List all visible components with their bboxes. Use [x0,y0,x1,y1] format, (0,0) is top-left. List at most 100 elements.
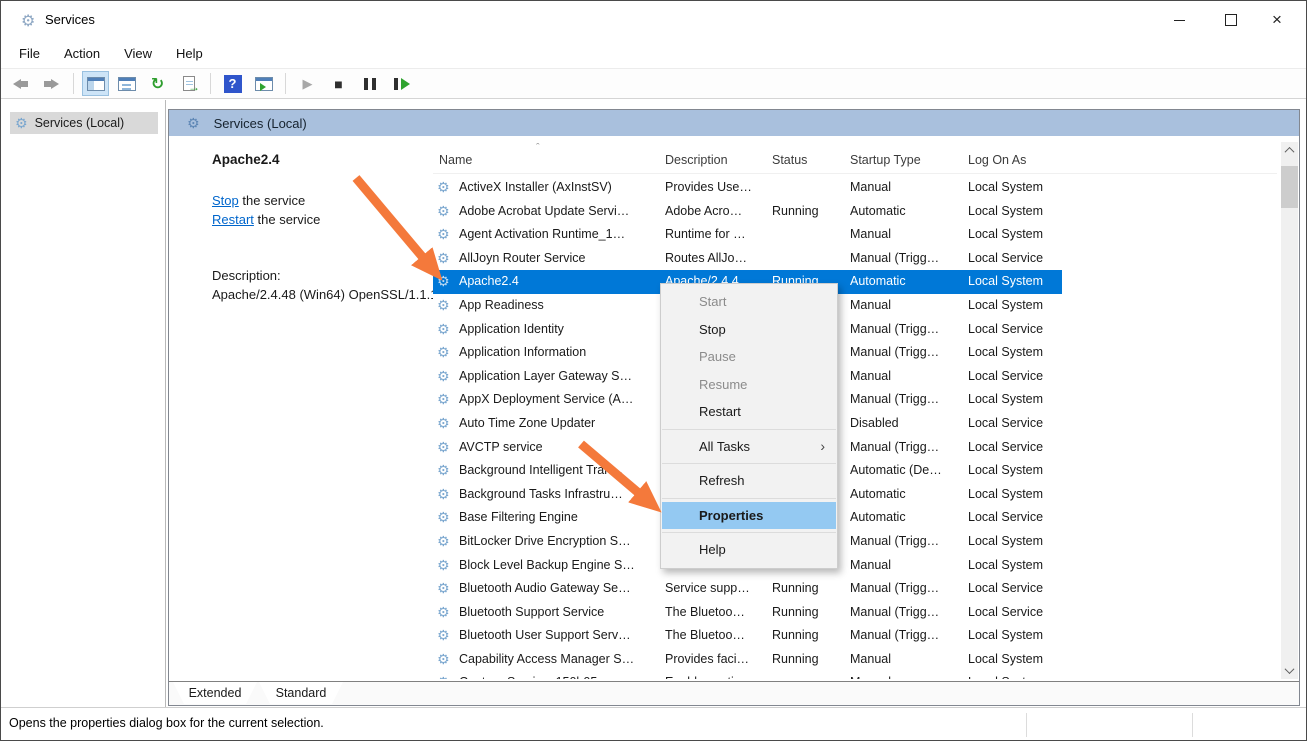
context-menu-item-properties[interactable]: Properties [662,502,836,530]
table-row[interactable]: ⚙Adobe Acrobat Update Servi…Adobe Acro…R… [433,200,1062,224]
cell-log-on-as: Local Service [968,581,1062,595]
cell-name: Background Intelligent Tran… [459,463,657,477]
tab-standard[interactable]: Standard [259,682,343,704]
cell-startup-type: Manual (Trigg… [850,628,964,642]
service-gear-icon: ⚙ [437,462,450,479]
forward-button[interactable] [38,71,65,96]
cell-name: App Readiness [459,298,657,312]
column-header-name[interactable]: Name [439,153,472,167]
context-menu: StartStopPauseResumeRestartAll Tasks›Ref… [660,283,838,569]
menu-bar: FileActionViewHelp [1,39,1306,68]
services-window: ⚙ Services × FileActionViewHelp ↻→?▶■ ⚙ … [0,0,1307,741]
gear-icon: ⚙ [15,115,28,132]
table-row[interactable]: ⚙Bluetooth Support ServiceThe Bluetoo…Ru… [433,601,1062,625]
extended-view-button-icon [255,77,273,91]
menu-view[interactable]: View [112,42,164,65]
close-button[interactable]: × [1254,1,1300,39]
table-row[interactable]: ⚙ActiveX Installer (AxInstSV)Provides Us… [433,176,1062,200]
cell-name: Bluetooth User Support Serv… [459,628,657,642]
minimize-button[interactable] [1156,1,1202,39]
extended-view-button[interactable] [250,71,277,96]
cell-startup-type: Automatic (De… [850,463,964,477]
cell-log-on-as: Local Service [968,322,1062,336]
cell-log-on-as: Local System [968,487,1062,501]
service-gear-icon: ⚙ [437,509,450,526]
menu-file[interactable]: File [7,42,52,65]
table-row[interactable]: ⚙Bluetooth User Support Serv…The Bluetoo… [433,624,1062,648]
table-row[interactable]: ⚙Bluetooth Audio Gateway Se…Service supp… [433,577,1062,601]
context-menu-separator [662,498,836,499]
status-text: Opens the properties dialog box for the … [9,716,324,730]
cell-startup-type: Manual [850,558,964,572]
scroll-down-arrow-icon[interactable] [1281,662,1298,679]
vertical-scrollbar[interactable] [1281,142,1298,679]
cell-name: Adobe Acrobat Update Servi… [459,204,657,218]
service-gear-icon: ⚙ [437,297,450,314]
stop-service-button[interactable]: ■ [325,71,352,96]
restart-service-link[interactable]: Restart [212,212,254,227]
cell-log-on-as: Local Service [968,369,1062,383]
service-gear-icon: ⚙ [437,415,450,432]
maximize-button[interactable] [1208,1,1254,39]
service-gear-icon: ⚙ [437,321,450,338]
table-row[interactable]: ⚙Capability Access Manager S…Provides fa… [433,648,1062,672]
restart-service-suffix: the service [254,212,320,227]
cell-name: AllJoyn Router Service [459,251,657,265]
help-button[interactable]: ? [219,71,246,96]
cell-log-on-as: Local System [968,392,1062,406]
menu-help[interactable]: Help [164,42,215,65]
context-menu-item-help[interactable]: Help [661,536,837,564]
status-bar: Opens the properties dialog box for the … [1,707,1306,740]
context-menu-separator [662,429,836,430]
table-row[interactable]: ⚙Agent Activation Runtime_1…Runtime for … [433,223,1062,247]
description-label: Description: [212,268,281,283]
restart-service-button[interactable] [387,71,414,96]
context-menu-item-all-tasks[interactable]: All Tasks› [661,433,837,461]
table-row[interactable]: ⚙AllJoyn Router ServiceRoutes AllJo…Manu… [433,247,1062,271]
table-row[interactable]: ⚙Capture Service_150b05…Enables opti…Man… [433,671,1062,679]
statusbar-divider [1026,713,1027,737]
tab-extended[interactable]: Extended [173,682,257,704]
tree-item-services-local[interactable]: ⚙ Services (Local) [10,112,158,134]
service-gear-icon: ⚙ [437,627,450,644]
column-header-log-on-as[interactable]: Log On As [968,153,1026,167]
service-gear-icon: ⚙ [437,391,450,408]
statusbar-divider [1192,713,1193,737]
cell-startup-type: Manual [850,369,964,383]
context-menu-item-refresh[interactable]: Refresh [661,467,837,495]
scrollbar-thumb[interactable] [1281,166,1298,208]
submenu-arrow-icon: › [820,433,825,461]
refresh-button[interactable]: ↻ [144,71,171,96]
show-console-tree-button[interactable] [82,71,109,96]
back-button[interactable] [7,71,34,96]
column-header-description[interactable]: Description [665,153,728,167]
cell-startup-type: Manual [850,675,964,679]
restart-service-line: Restart the service [212,212,320,227]
properties-toolbar-button[interactable] [113,71,140,96]
service-info-pane: Apache2.4 Stop the service Restart the s… [169,136,433,681]
cell-name: ActiveX Installer (AxInstSV) [459,180,657,194]
context-menu-item-restart[interactable]: Restart [661,398,837,426]
cell-log-on-as: Local System [968,274,1062,288]
cell-name: Application Information [459,345,657,359]
column-header-status[interactable]: Status [772,153,807,167]
panel-header-title: Services (Local) [214,116,307,131]
cell-log-on-as: Local System [968,652,1062,666]
column-header-startup-type[interactable]: Startup Type [850,153,921,167]
export-list-button[interactable]: → [175,71,202,96]
cell-name: Bluetooth Support Service [459,605,657,619]
start-service-button[interactable]: ▶ [294,71,321,96]
service-gear-icon: ⚙ [437,344,450,361]
service-gear-icon: ⚙ [437,273,450,290]
services-list-pane: ˆ NameDescriptionStatusStartup TypeLog O… [433,136,1299,681]
cell-startup-type: Automatic [850,274,964,288]
stop-service-link[interactable]: Stop [212,193,239,208]
service-gear-icon: ⚙ [437,674,450,679]
export-arrow-icon: → [188,82,200,92]
pause-service-button[interactable] [356,71,383,96]
context-menu-item-stop[interactable]: Stop [661,316,837,344]
description-text: Apache/2.4.48 (Win64) OpenSSL/1.1.1l [212,287,433,302]
menu-action[interactable]: Action [52,42,112,65]
pause-bar-icon [364,78,368,90]
scroll-up-arrow-icon[interactable] [1281,142,1298,159]
